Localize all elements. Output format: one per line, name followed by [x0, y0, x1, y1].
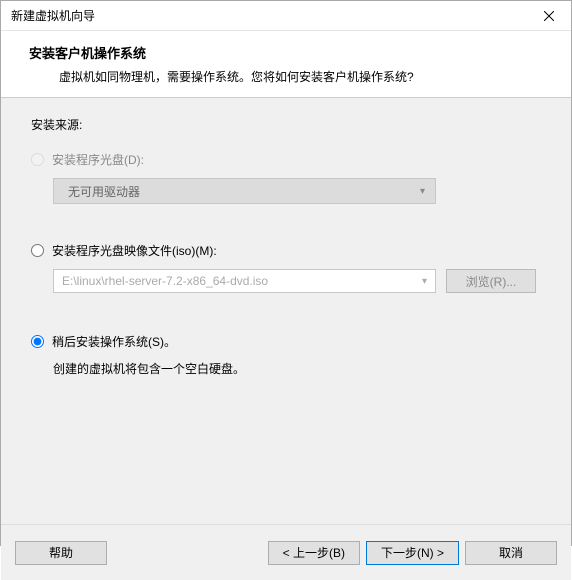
drive-dropdown: 无可用驱动器 ▾ [53, 178, 436, 204]
cancel-button[interactable]: 取消 [465, 541, 557, 565]
wizard-content: 安装来源: 安装程序光盘(D): 无可用驱动器 ▾ 安装程序光盘映像文件(iso… [1, 98, 571, 524]
iso-path-input[interactable]: E:\linux\rhel-server-7.2-x86_64-dvd.iso … [53, 269, 436, 293]
next-button[interactable]: 下一步(N) > [366, 541, 459, 565]
disc-dropdown-wrap: 无可用驱动器 ▾ [53, 178, 541, 204]
help-button[interactable]: 帮助 [15, 541, 107, 565]
close-icon [544, 11, 554, 21]
next-label: 下一步(N) > [381, 544, 444, 561]
back-label: < 上一步(B) [283, 544, 345, 561]
iso-path-text: E:\linux\rhel-server-7.2-x86_64-dvd.iso [62, 274, 268, 288]
radio-iso[interactable] [31, 244, 44, 257]
wizard-header: 安装客户机操作系统 虚拟机如同物理机，需要操作系统。您将如何安装客户机操作系统? [1, 31, 571, 98]
close-button[interactable] [526, 1, 571, 31]
help-label: 帮助 [49, 544, 73, 561]
browse-button[interactable]: 浏览(R)... [446, 269, 536, 293]
wizard-footer: 帮助 < 上一步(B) 下一步(N) > 取消 [1, 524, 571, 580]
option-iso[interactable]: 安装程序光盘映像文件(iso)(M): [31, 242, 541, 259]
radio-later[interactable] [31, 335, 44, 348]
radio-later-label: 稍后安装操作系统(S)。 [52, 333, 176, 350]
cancel-label: 取消 [499, 544, 523, 561]
option-later[interactable]: 稍后安装操作系统(S)。 [31, 333, 541, 350]
chevron-down-icon: ▾ [422, 276, 427, 287]
radio-disc-label: 安装程序光盘(D): [52, 151, 144, 168]
titlebar: 新建虚拟机向导 [1, 1, 571, 31]
radio-iso-label: 安装程序光盘映像文件(iso)(M): [52, 242, 217, 259]
back-button[interactable]: < 上一步(B) [268, 541, 360, 565]
page-title: 安装客户机操作系统 [29, 43, 551, 62]
window-title: 新建虚拟机向导 [11, 7, 95, 24]
browse-label: 浏览(R)... [466, 273, 517, 290]
option-disc: 安装程序光盘(D): [31, 151, 541, 168]
later-description: 创建的虚拟机将包含一个空白硬盘。 [53, 360, 541, 377]
iso-row: E:\linux\rhel-server-7.2-x86_64-dvd.iso … [53, 269, 541, 293]
page-description: 虚拟机如同物理机，需要操作系统。您将如何安装客户机操作系统? [59, 68, 551, 85]
source-label: 安装来源: [31, 116, 541, 133]
drive-dropdown-text: 无可用驱动器 [68, 183, 140, 200]
radio-disc [31, 153, 44, 166]
chevron-down-icon: ▾ [420, 186, 425, 197]
